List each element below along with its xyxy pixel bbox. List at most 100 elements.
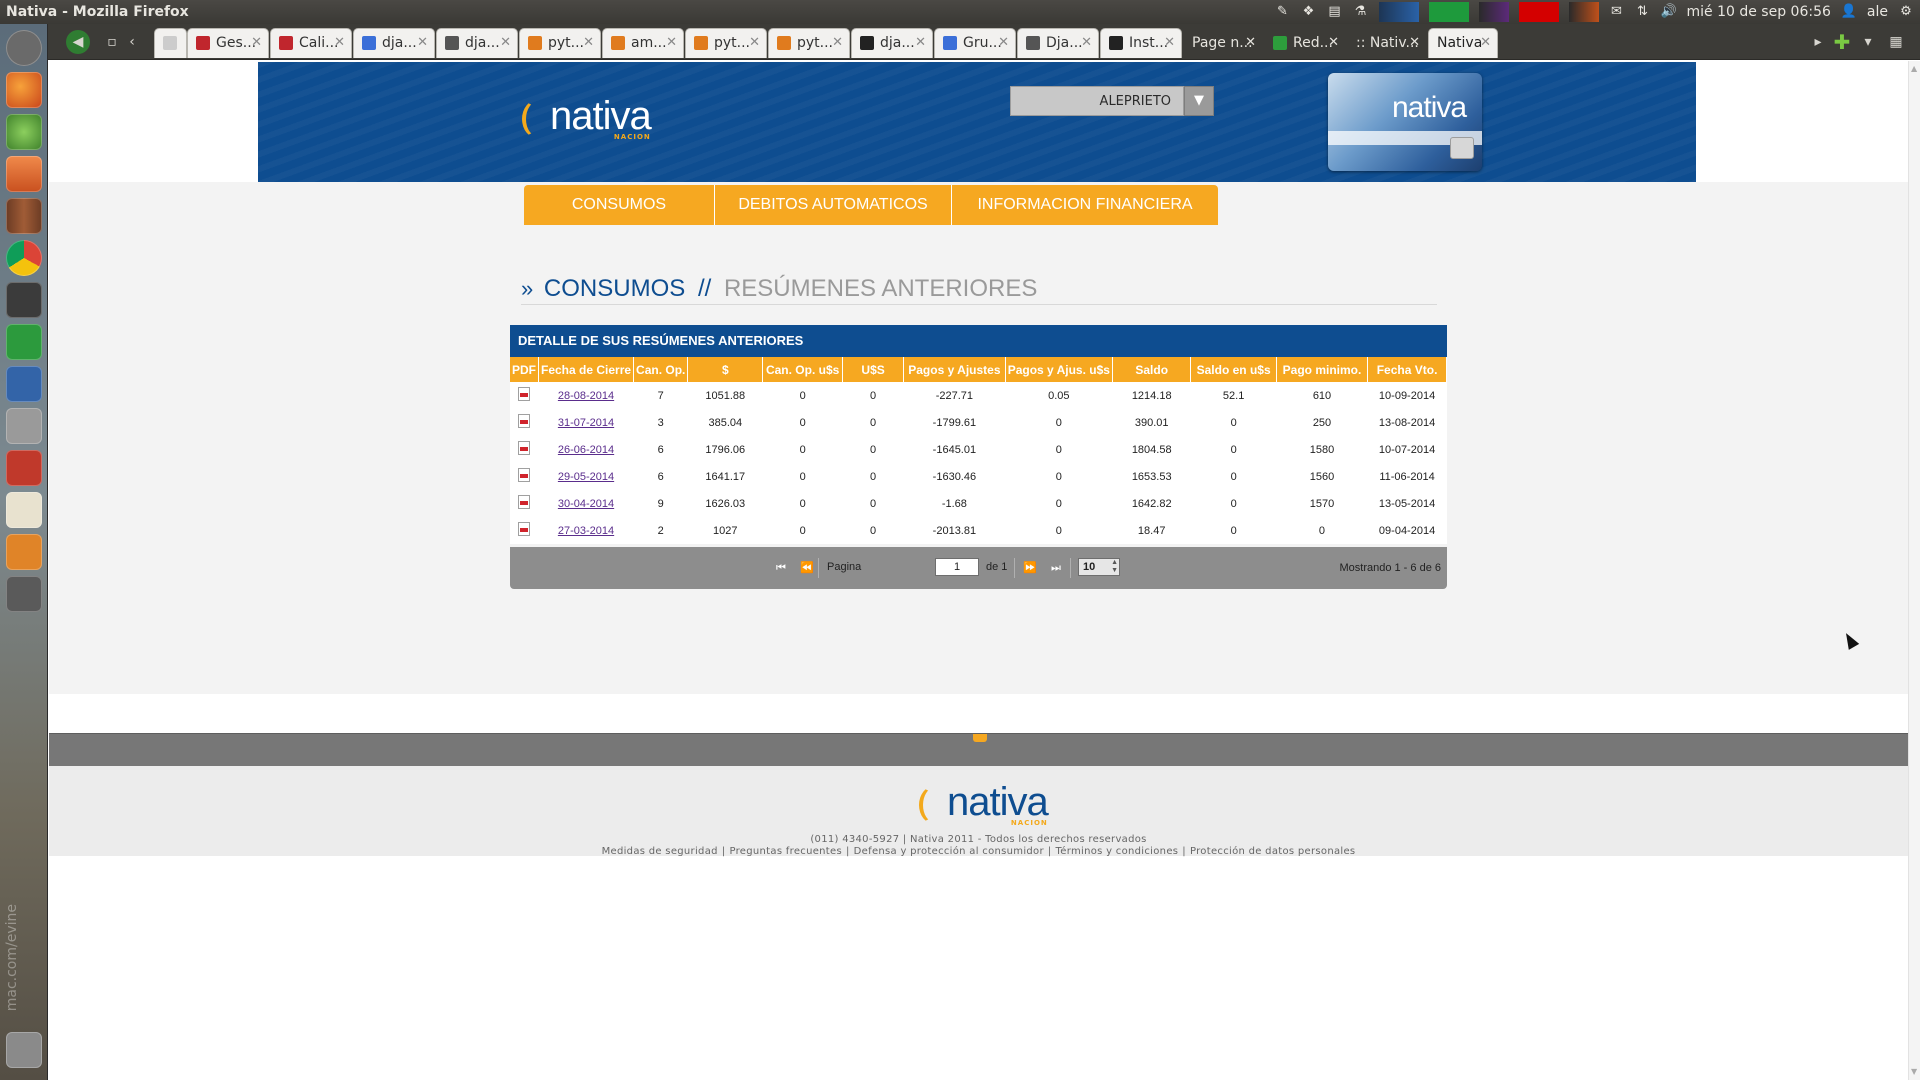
pdf-icon[interactable] (518, 413, 531, 428)
browser-tab[interactable]: pyt... ✕ (768, 28, 850, 58)
scroll-down-icon[interactable]: ▼ (1911, 1068, 1919, 1076)
column-header[interactable]: Fecha Vto. (1367, 357, 1447, 382)
nav-debitos-automaticos[interactable]: DEBITOS AUTOMATICOS (715, 185, 952, 225)
browser-tab[interactable]: am... ✕ (602, 28, 684, 58)
footer-link[interactable]: Preguntas frecuentes (729, 846, 842, 857)
browser-tab[interactable]: Nativa ✕ (1428, 28, 1498, 58)
footer-link[interactable]: Términos y condiciones (1056, 846, 1179, 857)
fecha-cierre-link[interactable]: 27-03-2014 (558, 525, 614, 537)
edit-icon[interactable]: ✎ (1275, 4, 1291, 20)
workspaces-icon[interactable] (6, 576, 42, 612)
column-header[interactable]: Saldo en u$s (1190, 357, 1277, 382)
clock[interactable]: mié 10 de sep 06:56 (1687, 0, 1831, 24)
text-editor-icon[interactable] (6, 492, 42, 528)
close-tab-icon[interactable]: ✕ (1480, 29, 1491, 57)
browser-tab[interactable]: Cali... ✕ (270, 28, 352, 58)
tab-scroll-right-icon[interactable]: ▸ (1806, 30, 1830, 54)
column-header[interactable]: U$S (842, 357, 905, 382)
browser-tab[interactable]: Dja... ✕ (1017, 28, 1099, 58)
footer-link[interactable]: Defensa y protección al consumidor (854, 846, 1044, 857)
fecha-cierre-link[interactable]: 30-04-2014 (558, 498, 614, 510)
trash-icon[interactable] (6, 1032, 42, 1068)
column-header[interactable]: Pagos y Ajustes (903, 357, 1006, 382)
last-page-icon[interactable]: ⏭ (1047, 559, 1065, 577)
pdf-icon[interactable] (518, 521, 531, 536)
close-tab-icon[interactable]: ✕ (666, 29, 677, 57)
new-tab-icon[interactable]: ✚ (1830, 30, 1854, 54)
pdf-icon[interactable] (518, 467, 531, 482)
browser-tab[interactable] (154, 28, 187, 58)
chevron-down-icon[interactable]: ▼ (1184, 86, 1214, 116)
user-select-value[interactable]: ALEPRIETO (1010, 86, 1184, 116)
volume-icon[interactable]: 🔊 (1661, 4, 1677, 20)
network-arrows-icon[interactable]: ⇅ (1635, 4, 1651, 20)
firefox-icon[interactable] (6, 72, 42, 108)
fecha-cierre-link[interactable]: 28-08-2014 (558, 390, 614, 402)
browser-tab[interactable]: dja... ✕ (851, 28, 933, 58)
close-tab-icon[interactable]: ✕ (832, 29, 843, 57)
header-logo[interactable]: nativa NACION (520, 94, 652, 141)
mail-icon[interactable]: ✉ (1609, 4, 1625, 20)
close-tab-icon[interactable]: ✕ (334, 29, 345, 57)
chrome-icon[interactable] (6, 240, 42, 276)
spreadsheet-icon[interactable] (6, 324, 42, 360)
pdf-icon[interactable] (518, 440, 531, 455)
app-menu-icon[interactable]: ▦ (1884, 30, 1908, 54)
close-tab-icon[interactable]: ✕ (915, 29, 926, 57)
close-tab-icon[interactable]: ✕ (749, 29, 760, 57)
fecha-cierre-link[interactable]: 26-06-2014 (558, 444, 614, 456)
dropbox-icon[interactable]: ❖ (1301, 4, 1317, 20)
vlc-icon[interactable] (6, 534, 42, 570)
fecha-cierre-link[interactable]: 31-07-2014 (558, 417, 614, 429)
close-tab-icon[interactable]: ✕ (998, 29, 1009, 57)
user-name[interactable]: ale (1867, 0, 1888, 24)
column-header[interactable]: Can. Op. u$s (762, 357, 844, 382)
browser-tab[interactable]: Ges... ✕ (187, 28, 269, 58)
footer-link[interactable]: Medidas de seguridad (602, 846, 718, 857)
scroll-up-icon[interactable]: ▲ (1911, 65, 1919, 73)
library-icon[interactable] (6, 198, 42, 234)
close-tab-icon[interactable]: ✕ (251, 29, 262, 57)
pdf-icon[interactable] (518, 494, 531, 509)
close-tab-icon[interactable]: ✕ (1245, 29, 1256, 57)
browser-tab[interactable]: dja... ✕ (436, 28, 518, 58)
tab-list-icon[interactable]: ▾ (1856, 30, 1880, 54)
column-header[interactable]: $ (687, 357, 764, 382)
column-header[interactable]: PDF (510, 357, 539, 382)
fecha-cierre-link[interactable]: 29-05-2014 (558, 471, 614, 483)
footer-logo[interactable]: nativa NACION (917, 780, 1049, 827)
spinner-icon[interactable]: ▲ ▼ (1111, 559, 1118, 575)
browser-tab[interactable]: Gru... ✕ (934, 28, 1016, 58)
nav-informacion-financiera[interactable]: INFORMACION FINANCIERA (952, 185, 1218, 225)
close-tab-icon[interactable]: ✕ (500, 29, 511, 57)
browser-tab[interactable]: :: Nativ... ✕ (1347, 28, 1427, 58)
network-icon[interactable] (6, 114, 42, 150)
browser-tab[interactable]: dja... ✕ (353, 28, 435, 58)
next-page-icon[interactable]: ⏩ (1021, 559, 1039, 577)
clapper-icon[interactable]: ▤ (1327, 4, 1343, 20)
prev-page-icon[interactable]: ⏪ (798, 559, 816, 577)
page-input[interactable]: 1 (935, 558, 979, 576)
virtualbox-icon[interactable] (6, 366, 42, 402)
page-size-select[interactable]: 10 ▲ ▼ (1078, 558, 1120, 576)
close-tab-icon[interactable]: ✕ (1164, 29, 1175, 57)
sublime-icon[interactable] (6, 282, 42, 318)
browser-tab[interactable]: Red... ✕ (1264, 28, 1346, 58)
vertical-scrollbar[interactable]: ▲ ▼ (1908, 61, 1920, 1080)
close-tab-icon[interactable]: ✕ (583, 29, 594, 57)
first-page-icon[interactable]: ⏮ (772, 559, 790, 577)
gear-icon[interactable]: ⚙ (1898, 4, 1914, 20)
column-header[interactable]: Fecha de Cierre (538, 357, 635, 382)
dash-icon[interactable] (6, 30, 42, 66)
browser-tab[interactable]: pyt... ✕ (519, 28, 601, 58)
nav-consumos[interactable]: CONSUMOS (524, 185, 715, 225)
close-tab-icon[interactable]: ✕ (1328, 29, 1339, 57)
back-arrow-icon[interactable]: ◀ (66, 30, 90, 54)
tab-scroll-left-icon[interactable]: ‹ (120, 30, 144, 54)
flask-icon[interactable]: ⚗ (1353, 4, 1369, 20)
files-icon[interactable] (6, 156, 42, 192)
scanner-icon[interactable] (6, 408, 42, 444)
browser-tab[interactable]: Page n... ✕ (1183, 28, 1263, 58)
browser-tab[interactable]: Inst... ✕ (1100, 28, 1182, 58)
browser-tab[interactable]: pyt... ✕ (685, 28, 767, 58)
